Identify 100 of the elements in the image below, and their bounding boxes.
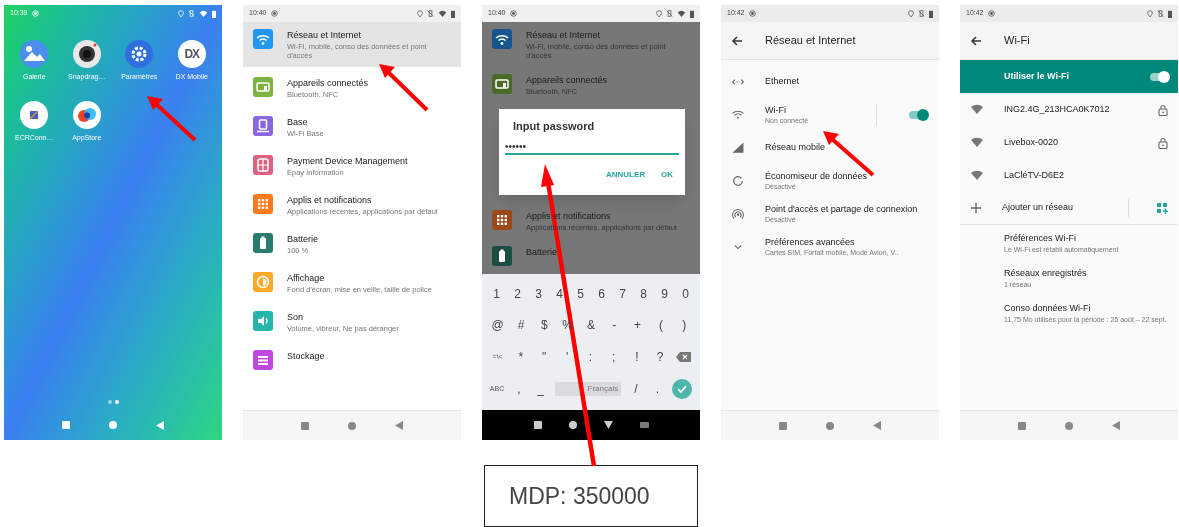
keyboard-key[interactable]: ? (653, 347, 668, 366)
password-note: MDP: 350000 (484, 465, 698, 527)
item-title: Appareils connectés (287, 78, 369, 89)
battery-icon (451, 9, 455, 18)
back-arrow-icon[interactable] (731, 35, 743, 46)
keyboard-key[interactable]: 3 (531, 284, 546, 303)
back-triangle-icon[interactable] (395, 421, 404, 430)
backspace-icon[interactable] (676, 351, 692, 362)
back-triangle-icon[interactable] (1112, 421, 1121, 430)
dx-logo-icon[interactable]: DX (177, 40, 206, 68)
location-icon (908, 9, 914, 18)
keyboard-key[interactable]: 8 (636, 284, 651, 303)
keyboard-key[interactable]: _ (533, 380, 548, 399)
signal-icon (731, 140, 745, 155)
item-title: Payment Device Management (287, 156, 408, 167)
keyboard-key[interactable]: ) (677, 316, 692, 335)
back-triangle-icon[interactable] (156, 420, 165, 430)
wifi-network-item[interactable]: Livebox-0020 (960, 126, 1178, 159)
vibrate-off-icon (918, 10, 925, 17)
item-title: Base (287, 117, 309, 128)
space-key[interactable]: Français (555, 382, 622, 397)
qr-add-icon[interactable] (1157, 202, 1168, 214)
plus-icon[interactable] (970, 202, 982, 214)
keyboard-key[interactable]: : (583, 347, 598, 366)
keyboard-key[interactable]: & (583, 316, 598, 335)
keyboard-key[interactable]: ; (606, 347, 621, 366)
keyboard-key[interactable]: / (628, 380, 643, 399)
item-title: Ethernet (765, 76, 801, 87)
location-icon (178, 9, 184, 18)
item-title: Affichage (287, 273, 326, 284)
toggle-switch[interactable] (1150, 72, 1168, 81)
gallery-icon[interactable] (20, 40, 49, 68)
keyboard-key[interactable]: + (630, 316, 645, 335)
wifi-master-bar[interactable]: Utiliser le Wi-Fi (960, 60, 1178, 93)
keyboard-icon[interactable] (639, 422, 649, 428)
item-title: Réseaux enregistrés (1004, 268, 1088, 279)
battery-icon (929, 9, 933, 18)
keyboard-key[interactable]: - (607, 316, 622, 335)
keyboard-key[interactable]: * (513, 347, 528, 366)
keyboard-key[interactable]: ( (653, 316, 668, 335)
item-title: Wi-Fi (765, 104, 787, 116)
appstore-logo-icon[interactable] (72, 100, 101, 129)
circle-icon[interactable] (568, 421, 577, 429)
password-field[interactable]: •••••• (505, 140, 679, 155)
settings-item[interactable]: Stockage (243, 343, 461, 377)
wifi-network-item[interactable]: ING2.4G_213HCA0K7012 (960, 93, 1178, 126)
vibrate-off-icon (666, 10, 673, 17)
keyboard-key[interactable]: 5 (573, 284, 588, 303)
pointer-arrow (147, 96, 197, 142)
wifi-network-item[interactable]: LaCléTV-D6E2 (960, 159, 1178, 192)
item-title: Applis et notifications (287, 195, 373, 206)
ring-icon (731, 173, 745, 188)
item-title: Appareils connectés (526, 75, 608, 86)
record-icon (270, 10, 278, 17)
keyboard-key[interactable]: , (511, 380, 526, 399)
dialog-title: Input password (512, 119, 596, 134)
record-icon (509, 10, 517, 17)
back-arrow-icon[interactable] (970, 35, 982, 46)
keyboard-key[interactable]: " (537, 347, 552, 366)
item-title: Réseau et Internet (526, 30, 602, 41)
location-icon (656, 9, 662, 18)
keyboard-key[interactable]: ' (560, 347, 575, 366)
item-title: Batterie (526, 247, 558, 258)
keyboard-key[interactable]: 6 (594, 284, 609, 303)
keyboard-key[interactable]: $ (537, 316, 552, 335)
item-title: Préférences Wi-Fi (1004, 233, 1077, 244)
toggle-switch[interactable] (909, 110, 927, 119)
keyboard-key[interactable]: 0 (678, 284, 693, 303)
screen-title: Réseau et Internet (765, 33, 856, 49)
battery-icon (212, 9, 216, 18)
network-setting-item[interactable]: Ethernet (721, 65, 939, 98)
keyboard-key[interactable]: 9 (657, 284, 672, 303)
gear-icon[interactable] (125, 40, 154, 68)
keyboard-key[interactable]: . (650, 380, 665, 399)
wifi-signal-icon (970, 137, 984, 148)
item-title: Son (287, 312, 304, 323)
back-triangle-icon[interactable] (873, 421, 882, 430)
battery-icon (690, 9, 694, 18)
item-title: Économiseur de données (765, 170, 869, 182)
keyboard-key[interactable]: @ (490, 316, 505, 335)
keyboard-key[interactable]: ! (629, 347, 644, 366)
battery-icon (1168, 9, 1172, 18)
item-title: Batterie (287, 234, 319, 245)
square-icon[interactable] (533, 421, 542, 429)
add-network-link[interactable]: Ajouter un réseau (1002, 201, 1108, 215)
ecr-logo-icon[interactable] (20, 100, 49, 129)
screen-title: Wi-Fi (1004, 33, 1030, 49)
keyboard-key[interactable]: 1 (489, 284, 504, 303)
vibrate-off-icon (427, 10, 434, 17)
down-triangle-icon[interactable] (603, 421, 613, 429)
keyboard-key[interactable]: 2 (510, 284, 525, 303)
camera-icon[interactable] (72, 40, 101, 68)
location-icon (1147, 9, 1153, 18)
keyboard-key[interactable]: 7 (615, 284, 630, 303)
keyboard-key[interactable]: 4 (552, 284, 567, 303)
item-title: Réseau mobile (765, 142, 827, 153)
check-icon[interactable] (672, 379, 693, 400)
keyboard-key[interactable]: # (514, 316, 528, 335)
network-setting-item[interactable]: Réseau mobile (721, 131, 939, 164)
vibrate-off-icon (188, 10, 195, 17)
